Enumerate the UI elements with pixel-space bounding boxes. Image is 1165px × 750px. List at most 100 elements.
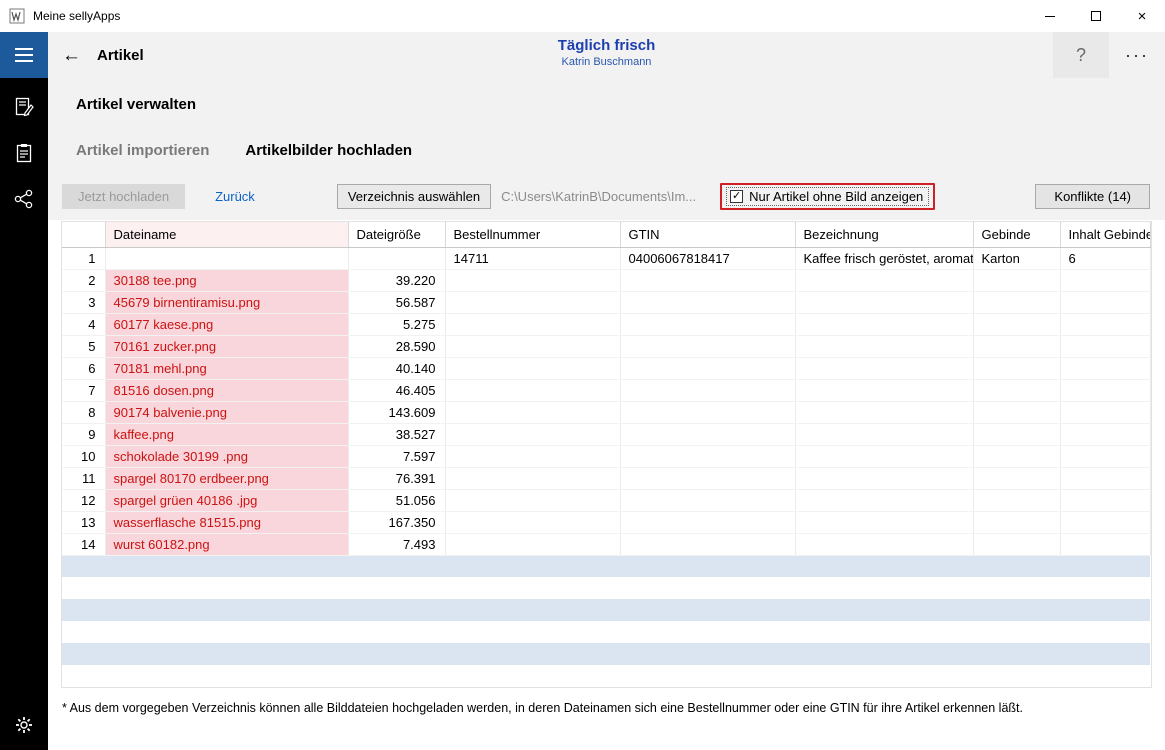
articles-table: DateinameDateigrößeBestellnummerGTINBeze… [62, 222, 1151, 687]
table-region: DateinameDateigrößeBestellnummerGTINBeze… [48, 220, 1165, 750]
back-button[interactable]: ← [62, 46, 81, 65]
sidebar-item-share[interactable] [0, 176, 48, 222]
table-row[interactable]: 12spargel grüen 40186 .jpg51.056 [62, 489, 1150, 511]
empty-row [62, 621, 1150, 643]
cell-num: 11 [62, 467, 105, 489]
column-header-3[interactable]: Bestellnummer [445, 222, 620, 247]
cell-gebinde [973, 335, 1060, 357]
cell-gtin [620, 511, 795, 533]
column-header-7[interactable]: Inhalt Gebinde [1060, 222, 1150, 247]
cell-inhalt [1060, 291, 1150, 313]
cell-num: 4 [62, 313, 105, 335]
more-button[interactable]: ··· [1109, 32, 1165, 78]
cell-gebinde: Karton [973, 247, 1060, 269]
column-header-6[interactable]: Gebinde [973, 222, 1060, 247]
cell-inhalt: 6 [1060, 247, 1150, 269]
cell-num: 13 [62, 511, 105, 533]
cell-inhalt [1060, 423, 1150, 445]
cell-dateigroesse: 46.405 [348, 379, 445, 401]
sidebar [0, 32, 48, 750]
cell-inhalt [1060, 533, 1150, 555]
cell-bezeichnung [795, 401, 973, 423]
table-row[interactable]: 9kaffee.png38.527 [62, 423, 1150, 445]
column-header-5[interactable]: Bezeichnung [795, 222, 973, 247]
maximize-button[interactable] [1073, 0, 1119, 32]
cell-bestellnummer [445, 401, 620, 423]
table-row[interactable]: 230188 tee.png39.220 [62, 269, 1150, 291]
cell-gtin [620, 423, 795, 445]
table-row[interactable]: 11471104006067818417Kaffee frisch geröst… [62, 247, 1150, 269]
cell-bezeichnung [795, 335, 973, 357]
cell-inhalt [1060, 445, 1150, 467]
sidebar-item-import[interactable] [0, 84, 48, 130]
cell-bestellnummer [445, 357, 620, 379]
cell-bestellnummer: 14711 [445, 247, 620, 269]
close-button[interactable]: × [1119, 0, 1165, 32]
back-link[interactable]: Zurück [215, 189, 255, 204]
cell-inhalt [1060, 269, 1150, 291]
window-controls: × [1027, 0, 1165, 32]
tab-artikelbilder-hochladen[interactable]: Artikelbilder hochladen [245, 142, 412, 159]
only-without-image-checkbox[interactable]: ✓ Nur Artikel ohne Bild anzeigen [726, 187, 929, 206]
cell-dateigroesse: 167.350 [348, 511, 445, 533]
sidebar-item-articles[interactable] [0, 130, 48, 176]
column-header-4[interactable]: GTIN [620, 222, 795, 247]
choose-directory-button[interactable]: Verzeichnis auswählen [337, 184, 491, 209]
table-row[interactable]: 570161 zucker.png28.590 [62, 335, 1150, 357]
cell-dateiname: 90174 balvenie.png [105, 401, 348, 423]
cell-dateigroesse: 7.597 [348, 445, 445, 467]
table-row[interactable]: 14wurst 60182.png7.493 [62, 533, 1150, 555]
column-header-0[interactable] [62, 222, 105, 247]
cell-dateigroesse: 5.275 [348, 313, 445, 335]
clipboard-icon [14, 143, 34, 163]
table-row[interactable]: 345679 birnentiramisu.png56.587 [62, 291, 1150, 313]
cell-inhalt [1060, 379, 1150, 401]
cell-bezeichnung [795, 379, 973, 401]
table-row[interactable]: 670181 mehl.png40.140 [62, 357, 1150, 379]
cell-bezeichnung [795, 511, 973, 533]
cell-gebinde [973, 379, 1060, 401]
header-actions: ? ··· [1053, 32, 1165, 78]
empty-row-stripe [62, 599, 1150, 621]
table-row[interactable]: 11spargel 80170 erdbeer.png76.391 [62, 467, 1150, 489]
empty-row-stripe [62, 577, 1150, 599]
settings-button[interactable] [0, 702, 48, 748]
tab-artikel-importieren[interactable]: Artikel importieren [76, 142, 209, 159]
cell-bezeichnung [795, 533, 973, 555]
empty-row [62, 577, 1150, 599]
page-header: ← Artikel Täglich frisch Katrin Buschman… [48, 32, 1165, 78]
column-header-2[interactable]: Dateigröße [348, 222, 445, 247]
cell-bezeichnung: Kaffee frisch geröstet, aromat... [795, 247, 973, 269]
cell-gtin: 04006067818417 [620, 247, 795, 269]
help-button[interactable]: ? [1053, 32, 1109, 78]
conflicts-button[interactable]: Konflikte (14) [1035, 184, 1150, 209]
column-header-1[interactable]: Dateiname [105, 222, 348, 247]
cell-gtin [620, 269, 795, 291]
menu-button[interactable] [0, 32, 48, 78]
cell-bestellnummer [445, 489, 620, 511]
table-row[interactable]: 890174 balvenie.png143.609 [62, 401, 1150, 423]
table-row[interactable]: 13wasserflasche 81515.png167.350 [62, 511, 1150, 533]
cell-dateigroesse: 143.609 [348, 401, 445, 423]
empty-row [62, 643, 1150, 665]
cell-gtin [620, 445, 795, 467]
cell-num: 7 [62, 379, 105, 401]
cell-gebinde [973, 423, 1060, 445]
cell-gtin [620, 489, 795, 511]
minimize-button[interactable] [1027, 0, 1073, 32]
share-icon [14, 189, 34, 209]
cell-dateigroesse [348, 247, 445, 269]
table-row[interactable]: 10schokolade 30199 .png7.597 [62, 445, 1150, 467]
cell-gebinde [973, 313, 1060, 335]
cell-bezeichnung [795, 357, 973, 379]
table-row[interactable]: 460177 kaese.png5.275 [62, 313, 1150, 335]
gear-icon [14, 715, 34, 735]
window-title: Meine sellyApps [33, 9, 120, 23]
cell-inhalt [1060, 467, 1150, 489]
empty-row [62, 665, 1150, 687]
cell-bestellnummer [445, 533, 620, 555]
cell-dateiname: wasserflasche 81515.png [105, 511, 348, 533]
upload-button[interactable]: Jetzt hochladen [62, 184, 185, 209]
table-row[interactable]: 781516 dosen.png46.405 [62, 379, 1150, 401]
cell-bestellnummer [445, 269, 620, 291]
